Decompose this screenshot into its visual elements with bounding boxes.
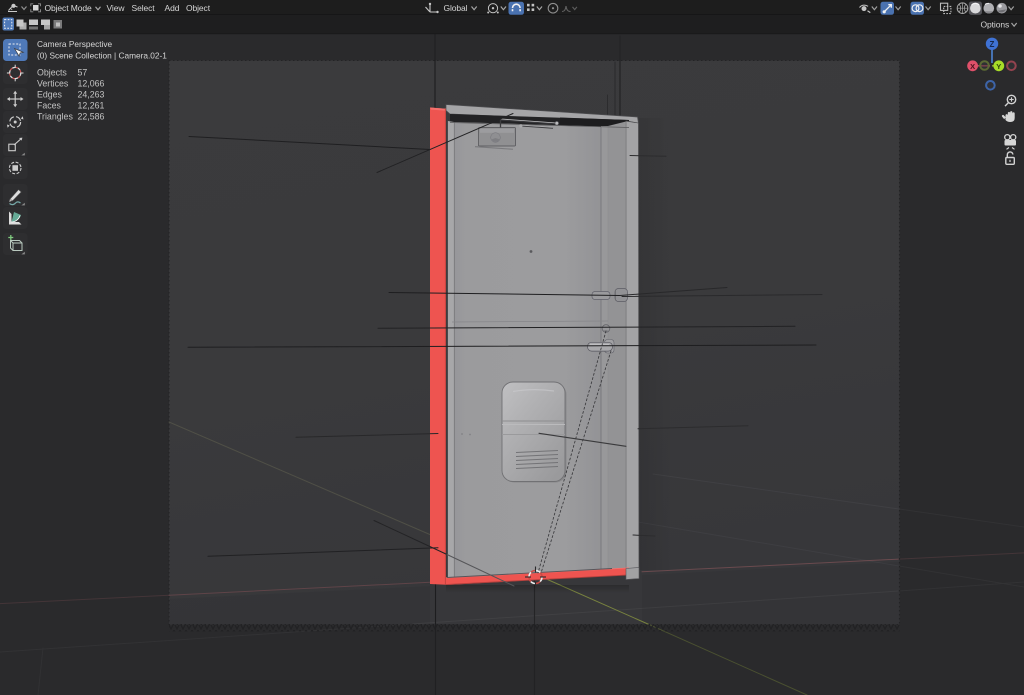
svg-text:Add: Add	[165, 3, 180, 13]
svg-text:12,066: 12,066	[78, 79, 105, 89]
svg-text:(0) Scene Collection | Camera.: (0) Scene Collection | Camera.02-1	[37, 50, 167, 60]
svg-text:Objects: Objects	[37, 68, 67, 78]
svg-text:Edges: Edges	[37, 90, 63, 100]
svg-text:View: View	[107, 3, 126, 13]
svg-text:Y: Y	[996, 62, 1001, 71]
svg-text:Triangles: Triangles	[37, 112, 73, 122]
svg-text:22,586: 22,586	[78, 112, 105, 122]
svg-text:Object Mode: Object Mode	[45, 3, 92, 13]
svg-text:X: X	[970, 62, 975, 71]
svg-text:Camera Perspective: Camera Perspective	[37, 39, 113, 49]
svg-text:Select: Select	[132, 3, 156, 13]
svg-text:24,263: 24,263	[78, 90, 105, 100]
svg-text:Z: Z	[990, 40, 995, 49]
svg-text:Vertices: Vertices	[37, 79, 69, 89]
svg-text:12,261: 12,261	[78, 101, 105, 111]
svg-text:Faces: Faces	[37, 101, 62, 111]
svg-text:57: 57	[78, 68, 88, 78]
svg-text:Global: Global	[444, 3, 468, 13]
svg-text:Options: Options	[981, 20, 1010, 30]
svg-text:Object: Object	[186, 3, 211, 13]
